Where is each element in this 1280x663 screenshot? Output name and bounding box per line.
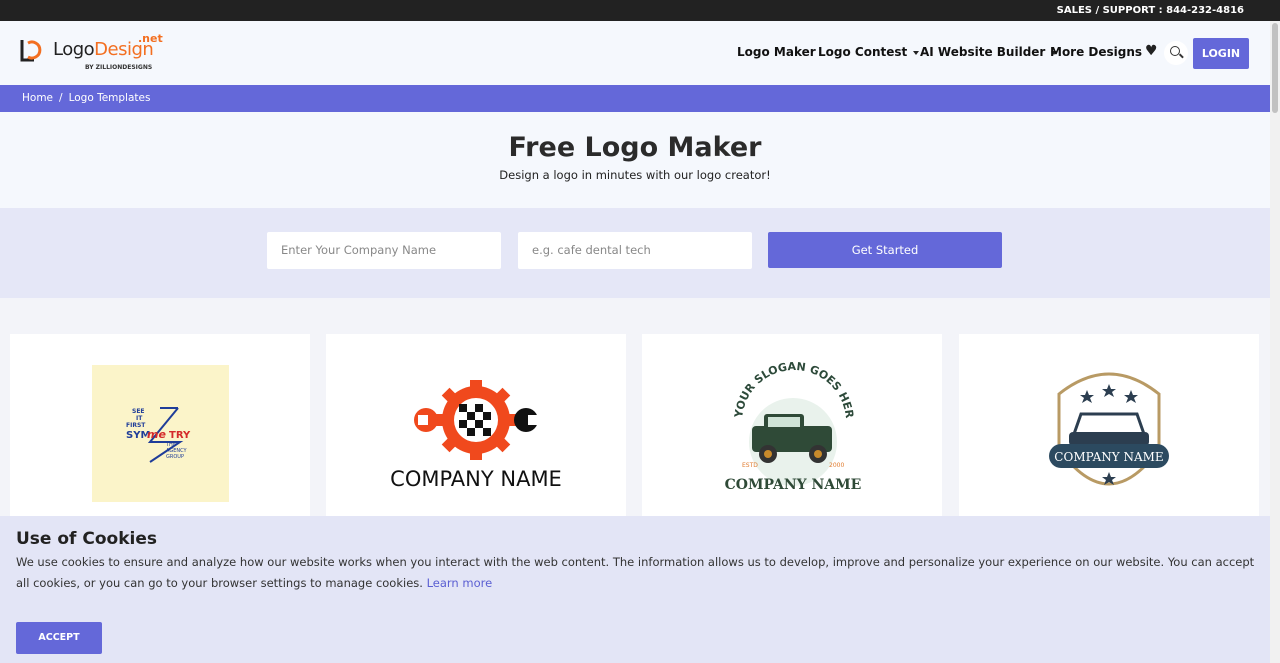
top-support-bar: SALES / SUPPORT : 844-232-4816 bbox=[0, 0, 1280, 21]
template-text: ESTD bbox=[742, 462, 758, 469]
support-text: SALES / SUPPORT : 844-232-4816 bbox=[1056, 5, 1244, 16]
logo-suffix: .net bbox=[138, 32, 163, 45]
template-text: IT bbox=[136, 415, 143, 422]
site-header: LogoDesign .net BY ZILLIONDESIGNS Logo M… bbox=[0, 21, 1280, 85]
chevron-down-icon bbox=[913, 50, 920, 55]
template-text: GROUP bbox=[166, 454, 184, 460]
template-text: FIRST bbox=[126, 422, 146, 429]
template-text: 2000 bbox=[829, 462, 844, 469]
keyword-input[interactable] bbox=[518, 232, 752, 269]
car-badge-icon bbox=[1057, 372, 1161, 486]
cookie-body: We use cookies to ensure and analyze how… bbox=[16, 555, 1255, 590]
breadcrumb-separator: / bbox=[59, 92, 63, 104]
page-title: Free Logo Maker bbox=[508, 132, 762, 163]
page-scrollbar[interactable] bbox=[1270, 21, 1280, 663]
get-started-button[interactable]: Get Started bbox=[768, 232, 1002, 268]
hero-section: Free Logo Maker Design a logo in minutes… bbox=[0, 112, 1270, 208]
page-subtitle: Design a logo in minutes with our logo c… bbox=[499, 168, 771, 182]
template-text: TRY bbox=[169, 430, 191, 441]
breadcrumb: Home / Logo Templates bbox=[0, 85, 1270, 112]
scrollbar-thumb[interactable] bbox=[1272, 23, 1278, 113]
template-preview: COMPANY NAME bbox=[1049, 372, 1169, 486]
heart-icon[interactable]: ♥ bbox=[1145, 43, 1158, 59]
gear-wrench-icon bbox=[414, 380, 538, 460]
template-text: me bbox=[147, 428, 166, 441]
cookie-title: Use of Cookies bbox=[16, 529, 157, 549]
template-card[interactable]: COMPANY NAME bbox=[959, 334, 1259, 534]
template-company-name: COMPANY NAME bbox=[725, 477, 862, 493]
nav-ai-website-builder[interactable]: AI Website Builder bbox=[920, 45, 1058, 59]
template-card[interactable]: YOUR SLOGAN GOES HERE ESTD 2000 COMPANY … bbox=[642, 334, 942, 534]
search-band: Get Started bbox=[0, 208, 1270, 298]
breadcrumb-home[interactable]: Home bbox=[22, 92, 53, 104]
learn-more-link[interactable]: Learn more bbox=[427, 576, 493, 590]
breadcrumb-current[interactable]: Logo Templates bbox=[69, 92, 151, 104]
cookie-banner: Use of Cookies We use cookies to ensure … bbox=[0, 516, 1270, 663]
site-logo[interactable]: LogoDesign .net BY ZILLIONDESIGNS bbox=[20, 32, 170, 75]
template-text: SEE bbox=[132, 408, 145, 415]
nav-more-designs[interactable]: More Designs bbox=[1050, 45, 1155, 59]
logo-byline: BY ZILLIONDESIGNS bbox=[85, 64, 153, 71]
nav-logo-maker[interactable]: Logo Maker bbox=[737, 45, 816, 59]
template-preview: YOUR SLOGAN GOES HERE ESTD 2000 COMPANY … bbox=[642, 334, 862, 493]
template-preview: SEE IT FIRST SYM me TRY THE AGENCY GROUP bbox=[92, 365, 229, 502]
template-company-name: COMPANY NAME bbox=[1054, 450, 1163, 464]
nav-logo-contest[interactable]: Logo Contest bbox=[818, 45, 920, 59]
template-card[interactable]: COMPANY NAME bbox=[326, 334, 626, 534]
template-slogan: YOUR SLOGAN GOES HERE bbox=[642, 334, 856, 420]
logo-mark-icon bbox=[20, 40, 42, 62]
company-name-input[interactable] bbox=[267, 232, 501, 269]
login-button[interactable]: LOGIN bbox=[1193, 38, 1249, 69]
template-company-name: COMPANY NAME bbox=[390, 467, 562, 491]
accept-cookies-button[interactable]: ACCEPT bbox=[16, 622, 102, 654]
template-card[interactable]: SEE IT FIRST SYM me TRY THE AGENCY GROUP bbox=[10, 334, 310, 534]
template-preview: COMPANY NAME bbox=[390, 380, 562, 491]
search-button[interactable] bbox=[1164, 41, 1188, 65]
